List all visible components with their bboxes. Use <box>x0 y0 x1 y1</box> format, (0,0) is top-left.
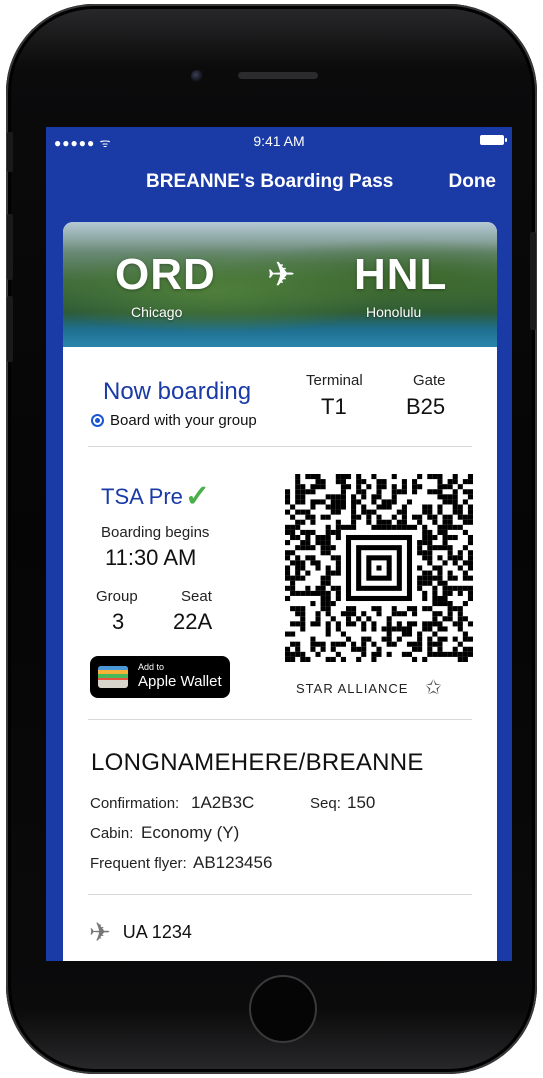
seq-label: Seq: <box>310 795 341 812</box>
page-title: BREANNE's Boarding Pass <box>146 171 394 192</box>
star-alliance-icon: ✩ <box>425 677 442 699</box>
mute-switch <box>7 132 13 172</box>
group-label: Group <box>96 588 138 605</box>
power-button <box>530 232 536 330</box>
nav-bar: BREANNE's Boarding Pass Done <box>46 167 512 199</box>
divider <box>88 446 472 447</box>
passenger-name: LONGNAMEHERE/BREANNE <box>91 749 424 776</box>
wallet-big-label: Apple Wallet <box>138 673 222 690</box>
battery-icon <box>480 135 507 145</box>
group-value: 3 <box>112 609 125 634</box>
boarding-time: 11:30 AM <box>105 545 197 570</box>
status-bar: ●●●●● ᯤ 9:41 AM <box>46 127 512 153</box>
wallet-icon <box>98 666 128 688</box>
screen: ●●●●● ᯤ 9:41 AM BREANNE's Boarding Pass … <box>46 127 512 961</box>
earpiece-speaker <box>238 72 318 79</box>
destination-code: HNL <box>354 250 448 299</box>
plane-icon: ✈ <box>267 256 296 294</box>
gate-value: B25 <box>406 394 446 419</box>
confirmation-value: 1A2B3C <box>191 793 255 812</box>
add-to-apple-wallet-button[interactable]: Add to Apple Wallet <box>90 656 230 698</box>
boarding-pass-card: ORD ✈ HNL Chicago Honolulu Now boarding … <box>63 222 497 961</box>
boarding-barcode <box>285 474 473 662</box>
radio-indicator-icon <box>91 414 104 427</box>
frequent-flyer-label: Frequent flyer: <box>90 855 187 872</box>
status-time: 9:41 AM <box>253 133 305 149</box>
flight-row: ✈ UA 1234 <box>89 919 192 945</box>
volume-up-button <box>7 214 13 280</box>
front-camera <box>191 70 203 82</box>
tsa-label: TSA Pre <box>101 484 183 509</box>
seat-value: 22A <box>173 609 213 634</box>
divider <box>88 894 472 895</box>
origin-city: Chicago <box>131 304 183 320</box>
wallet-small-label: Add to <box>138 662 165 672</box>
plane-icon: ✈ <box>89 917 111 947</box>
terminal-value: T1 <box>321 394 347 419</box>
seat-label: Seat <box>181 588 212 605</box>
seq-value: 150 <box>347 793 376 812</box>
cabin-value: Economy (Y) <box>141 823 240 842</box>
done-button[interactable]: Done <box>449 171 497 193</box>
checkmark-icon: ✓ <box>184 480 211 513</box>
cabin-label: Cabin: <box>90 825 134 842</box>
terminal-label: Terminal <box>306 372 363 389</box>
boarding-begins-label: Boarding begins <box>101 524 210 541</box>
flight-number: UA 1234 <box>122 921 192 942</box>
gate-label: Gate <box>413 372 446 389</box>
origin-code: ORD <box>115 250 216 299</box>
boarding-status: Now boarding <box>103 378 252 405</box>
destination-city: Honolulu <box>366 304 422 320</box>
tsa-precheck: TSA Pre ✓ <box>101 482 210 512</box>
alliance-label: STAR ALLIANCE <box>296 681 409 696</box>
divider <box>88 719 472 720</box>
confirmation-label: Confirmation: <box>90 795 180 812</box>
board-group-label: Board with your group <box>110 412 257 429</box>
board-group-note: Board with your group <box>91 412 257 429</box>
frequent-flyer-value: AB123456 <box>193 853 273 872</box>
barcode-finder-pattern <box>345 534 413 602</box>
home-button[interactable] <box>249 975 317 1043</box>
volume-down-button <box>7 296 13 362</box>
destination-hero-image: ORD ✈ HNL Chicago Honolulu <box>63 222 497 347</box>
